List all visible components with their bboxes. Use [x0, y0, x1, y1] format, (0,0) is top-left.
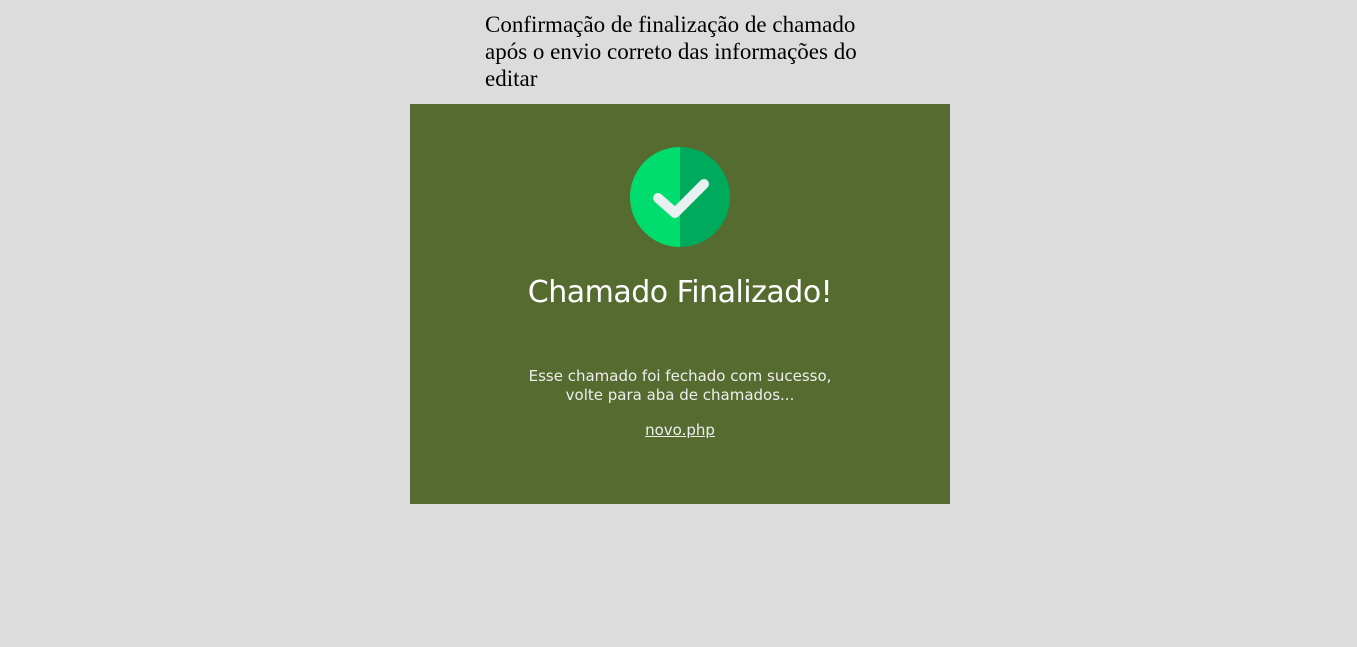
confirmation-card: Chamado Finalizado! Esse chamado foi fec… [410, 104, 950, 504]
page-title: Confirmação de finalização de chamado ap… [485, 12, 857, 91]
confirmation-message: Esse chamado foi fechado com sucesso, vo… [410, 367, 950, 405]
link-container: novo.php [410, 420, 950, 440]
message-line-2: volte para aba de chamados... [565, 386, 795, 404]
back-to-tickets-link[interactable]: novo.php [645, 421, 715, 439]
message-line-1: Esse chamado foi fechado com sucesso, [528, 367, 832, 385]
confirmation-title: Chamado Finalizado! [527, 275, 833, 310]
check-circle-icon [630, 147, 730, 247]
